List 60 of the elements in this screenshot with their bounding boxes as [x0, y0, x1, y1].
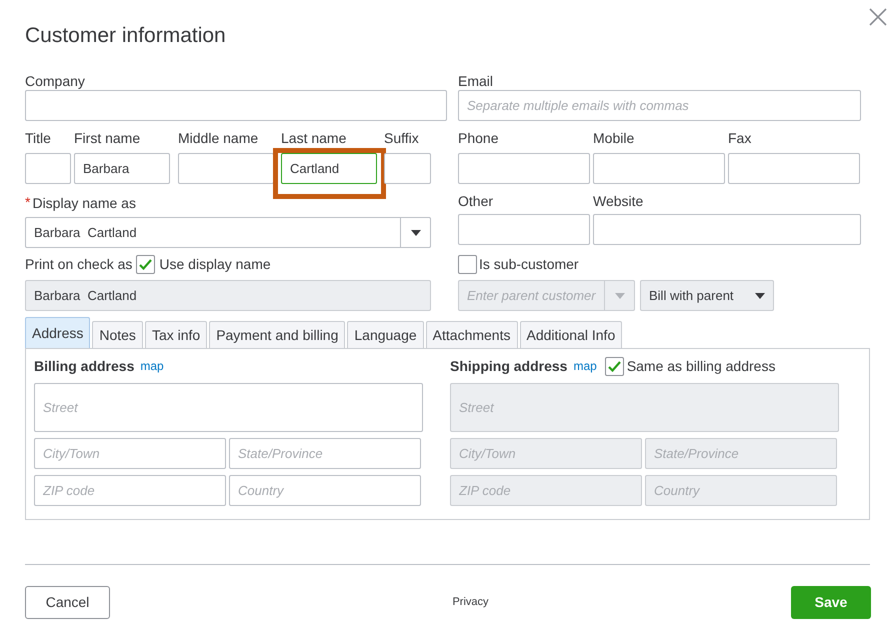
section-title: Billing address	[34, 356, 134, 376]
bill-with-parent-select[interactable]: Bill with parent	[640, 280, 774, 311]
field-label: Email	[458, 72, 494, 90]
text-field[interactable]	[728, 153, 860, 184]
field-label: Same as billing address	[626, 357, 776, 375]
field-label: Print on check as	[25, 255, 132, 273]
field-label: Website	[593, 192, 644, 210]
section-title: Shipping address	[450, 356, 568, 376]
field-label: Mobile	[593, 129, 636, 147]
text-field[interactable]	[593, 153, 725, 184]
field-label: First name	[74, 129, 142, 147]
text-field[interactable]	[458, 153, 590, 184]
field-label: Company	[25, 72, 86, 90]
text-field[interactable]	[458, 214, 590, 245]
text-field[interactable]: Country	[229, 475, 421, 506]
tab[interactable]: Payment and billing	[209, 321, 346, 349]
field-label: Middle name	[178, 129, 260, 147]
text-field[interactable]: ZIP code	[34, 475, 226, 506]
field-label: Phone	[458, 129, 500, 147]
text-field[interactable]: State/Province	[229, 438, 421, 469]
tab[interactable]: Attachments	[426, 321, 518, 349]
check-icon	[139, 258, 152, 270]
text-field[interactable]	[593, 214, 861, 245]
field-label: Title	[25, 129, 52, 147]
caret-icon	[614, 292, 624, 298]
checkbox[interactable]	[458, 254, 477, 274]
text-field[interactable]: Cartland	[281, 153, 377, 184]
privacy-link[interactable]: Privacy	[452, 594, 489, 611]
display-name-select[interactable]: Barbara Cartland	[25, 217, 431, 248]
text-field[interactable]: Street	[34, 383, 423, 432]
field-label: Last name	[281, 129, 348, 147]
tab[interactable]: Address	[25, 317, 90, 348]
field-label: Other	[458, 192, 494, 210]
check-icon	[608, 360, 621, 372]
tab[interactable]: Notes	[92, 321, 143, 349]
text-field[interactable]	[384, 153, 431, 184]
text-field[interactable]	[178, 153, 274, 184]
text-field[interactable]: Barbara	[74, 153, 170, 184]
field-label: Use display name	[159, 255, 271, 273]
select-value: Bill with parent	[649, 286, 734, 305]
close-icon[interactable]	[869, 8, 887, 26]
text-field[interactable]: Separate multiple emails with commas	[458, 90, 861, 121]
dialog-title: Customer information	[25, 23, 226, 49]
cancel-button[interactable]: Cancel	[25, 586, 110, 619]
caret-icon	[755, 292, 765, 298]
required-mark: *	[25, 193, 30, 212]
placeholder-text: Enter parent customer	[466, 286, 597, 305]
caret-icon	[410, 230, 420, 236]
tab[interactable]: Additional Info	[520, 321, 622, 349]
select-value: Barbara Cartland	[33, 224, 138, 242]
field-label: Is sub-customer	[479, 255, 579, 273]
tab[interactable]: Tax info	[144, 321, 208, 349]
tab[interactable]: Language	[347, 321, 424, 349]
text-field[interactable]: City/Town	[34, 438, 226, 469]
text-field[interactable]	[25, 153, 71, 184]
field-label: Fax	[728, 129, 752, 147]
map-link[interactable]: map	[140, 357, 164, 375]
text-field[interactable]	[25, 90, 447, 121]
field-label: Display name as	[32, 194, 136, 212]
field-label: Suffix	[384, 129, 420, 147]
